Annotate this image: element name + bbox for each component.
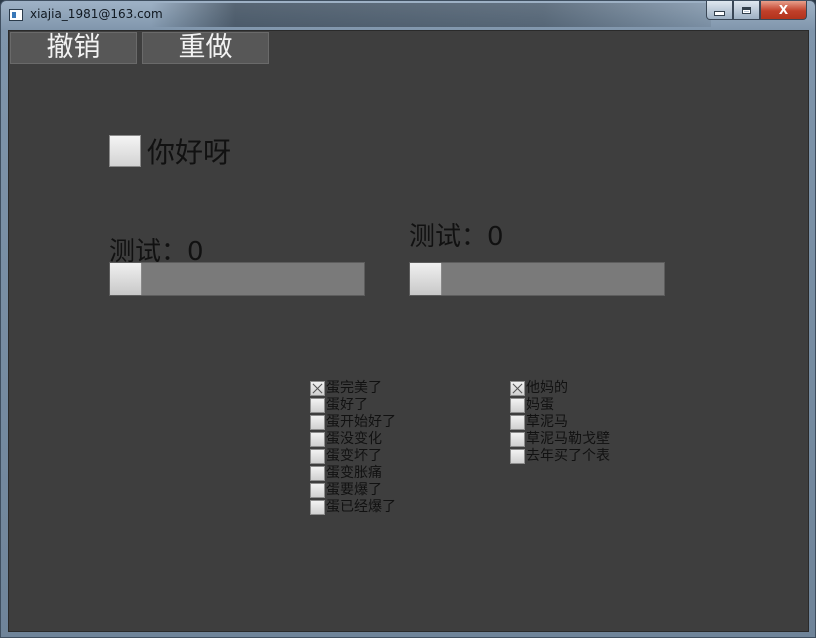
checkbox-box[interactable] [310, 449, 325, 464]
slider-2-thumb[interactable] [410, 263, 442, 295]
redo-button[interactable]: 重做 [142, 32, 269, 64]
title-bar[interactable]: xiajia_1981@163.com X [1, 1, 815, 29]
slider-2-label: 测试：0 [409, 222, 504, 252]
checkbox-item[interactable]: 蛋好了 [310, 397, 396, 414]
checkbox-item[interactable]: 蛋要爆了 [310, 482, 396, 499]
checkbox-item[interactable]: 妈蛋 [510, 397, 610, 414]
maximize-button[interactable] [733, 1, 760, 20]
checkbox-label: 蛋开始好了 [326, 414, 396, 430]
checkbox-box[interactable] [310, 432, 325, 447]
checkbox-label: 蛋变坏了 [326, 448, 382, 464]
checkbox-label: 去年买了个表 [526, 448, 610, 464]
checkbox-item[interactable]: 蛋已经爆了 [310, 499, 396, 516]
hello-checkbox-label: 你好呀 [147, 136, 232, 169]
slider-1-thumb[interactable] [110, 263, 142, 295]
checkbox-box[interactable] [510, 415, 525, 430]
checkbox-box[interactable] [310, 415, 325, 430]
slider-2-track[interactable] [409, 262, 665, 296]
checkbox-item[interactable]: 蛋变坏了 [310, 448, 396, 465]
minimize-button[interactable] [706, 1, 733, 20]
checkbox-label: 蛋变胀痛 [326, 465, 382, 481]
checkbox-box[interactable] [510, 432, 525, 447]
hello-checkbox[interactable]: 你好呀 [109, 131, 231, 171]
checkbox-label: 妈蛋 [526, 397, 554, 413]
checkbox-box[interactable] [510, 381, 525, 396]
checkbox-item[interactable]: 蛋完美了 [310, 380, 396, 397]
checkbox-group-right: 他妈的 妈蛋 草泥马 草泥马勒戈壁 去年买了个表 [510, 380, 610, 465]
close-button[interactable]: X [760, 1, 807, 20]
checkbox-item[interactable]: 蛋变胀痛 [310, 465, 396, 482]
minimize-icon [714, 10, 725, 16]
checkbox-box[interactable] [310, 381, 325, 396]
hello-checkbox-box[interactable] [109, 135, 141, 167]
app-window-icon [9, 9, 23, 21]
close-icon: X [778, 3, 789, 17]
checkbox-label: 蛋好了 [326, 397, 368, 413]
checkbox-box[interactable] [310, 483, 325, 498]
checkbox-box[interactable] [510, 449, 525, 464]
client-area: 撤销 重做 你好呀 测试：0 测试：0 蛋完美了 蛋好了 蛋开始好了 蛋没变化 … [8, 30, 809, 632]
checkbox-box[interactable] [310, 500, 325, 515]
checkbox-label: 蛋已经爆了 [326, 499, 396, 515]
checkbox-label: 蛋没变化 [326, 431, 382, 447]
app-window: xiajia_1981@163.com X 撤销 重做 你好呀 测试：0 测试：… [0, 0, 816, 638]
checkbox-item[interactable]: 蛋开始好了 [310, 414, 396, 431]
undo-button[interactable]: 撤销 [10, 32, 137, 64]
checkbox-box[interactable] [510, 398, 525, 413]
checkbox-label: 草泥马勒戈壁 [526, 431, 610, 447]
checkbox-item[interactable]: 草泥马勒戈壁 [510, 431, 610, 448]
checkbox-item[interactable]: 草泥马 [510, 414, 610, 431]
title-bar-background-blur [151, 3, 711, 27]
checkbox-group-left: 蛋完美了 蛋好了 蛋开始好了 蛋没变化 蛋变坏了 蛋变胀痛 蛋要爆了 蛋已经爆了 [310, 380, 396, 516]
checkbox-item[interactable]: 他妈的 [510, 380, 610, 397]
window-controls: X [706, 1, 807, 20]
checkbox-label: 他妈的 [526, 380, 568, 396]
checkbox-label: 草泥马 [526, 414, 568, 430]
checkbox-box[interactable] [310, 466, 325, 481]
maximize-icon [742, 6, 751, 14]
checkbox-item[interactable]: 去年买了个表 [510, 448, 610, 465]
checkbox-label: 蛋要爆了 [326, 482, 382, 498]
window-title: xiajia_1981@163.com [30, 7, 163, 21]
checkbox-box[interactable] [310, 398, 325, 413]
slider-1-track[interactable] [109, 262, 365, 296]
checkbox-item[interactable]: 蛋没变化 [310, 431, 396, 448]
checkbox-label: 蛋完美了 [326, 380, 382, 396]
